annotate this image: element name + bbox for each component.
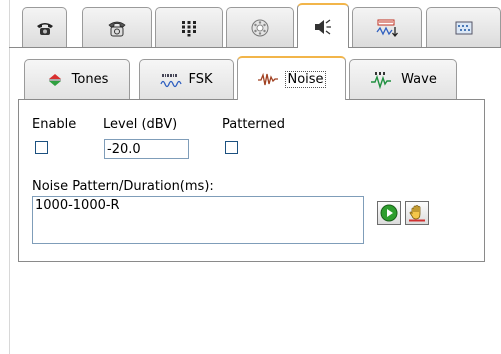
level-input[interactable] <box>104 139 189 159</box>
stop-button[interactable] <box>405 201 429 225</box>
display-icon <box>455 21 472 34</box>
top-tab-baseline <box>9 47 501 48</box>
dial-icon <box>251 19 269 36</box>
tab-keypad[interactable] <box>155 7 223 47</box>
tab-noise[interactable]: Noise <box>237 56 346 100</box>
tab-display[interactable] <box>426 7 501 47</box>
tab-noise-label: Noise <box>285 70 326 88</box>
enable-checkbox[interactable] <box>35 141 48 154</box>
keypad-icon <box>182 20 196 36</box>
noise-icon <box>258 72 279 86</box>
pattern-textarea[interactable]: 1000-1000-R <box>32 196 364 244</box>
level-label: Level (dBV) <box>103 117 178 132</box>
tab-signal[interactable] <box>352 7 422 47</box>
tab-phone[interactable] <box>22 7 67 47</box>
phone-icon <box>36 22 53 35</box>
fsk-icon <box>160 73 183 87</box>
tab-fsk-label: FSK <box>188 72 213 87</box>
old-phone-icon <box>108 21 126 36</box>
pattern-label: Noise Pattern/Duration(ms): <box>32 179 214 194</box>
tab-tones-label: Tones <box>71 72 109 87</box>
tab-dial[interactable] <box>226 7 294 47</box>
play-button[interactable] <box>377 201 401 225</box>
patterned-checkbox[interactable] <box>225 141 238 154</box>
tab-wave-label: Wave <box>401 72 437 87</box>
noise-settings-panel: Enable Level (dBV) Patterned Noise Patte… <box>18 99 485 262</box>
enable-label: Enable <box>32 117 77 132</box>
hand-stop-icon <box>409 205 425 222</box>
signal-icon <box>376 19 398 37</box>
tab-wave[interactable]: Wave <box>349 59 457 99</box>
tones-icon <box>48 73 61 86</box>
patterned-label: Patterned <box>222 117 286 132</box>
tab-old-phone[interactable] <box>82 7 152 47</box>
wave-icon <box>371 71 392 89</box>
tab-speaker[interactable] <box>297 3 349 48</box>
tab-tones[interactable]: Tones <box>24 59 130 99</box>
pattern-value: 1000-1000-R <box>35 198 120 213</box>
tab-fsk[interactable]: FSK <box>139 59 234 99</box>
play-icon <box>380 204 398 222</box>
speaker-icon <box>315 18 331 35</box>
